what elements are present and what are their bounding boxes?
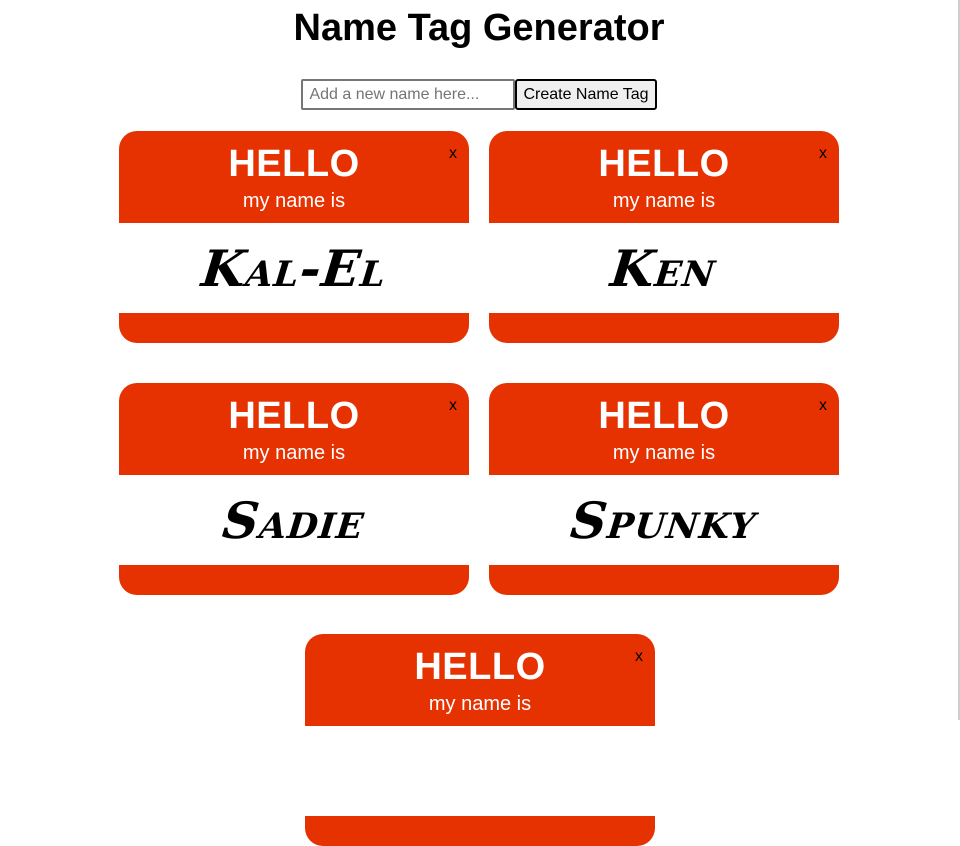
name-input[interactable] bbox=[301, 79, 516, 110]
tag-name: Ken bbox=[608, 238, 720, 298]
delete-tag-button[interactable]: x bbox=[819, 145, 827, 163]
tag-name-area: Kal-El bbox=[119, 223, 469, 313]
tag-header: HELLO my name is bbox=[489, 383, 839, 475]
tag-hello: HELLO bbox=[414, 646, 546, 688]
tag-hello: HELLO bbox=[598, 395, 730, 437]
delete-tag-button[interactable]: x bbox=[819, 397, 827, 415]
name-tag: HELLO my name is x bbox=[305, 634, 655, 846]
name-tag: HELLO my name is x Kal-El bbox=[119, 131, 469, 343]
name-tag: HELLO my name is x Spunky bbox=[489, 383, 839, 595]
tag-hello: HELLO bbox=[228, 395, 360, 437]
tag-subtitle: my name is bbox=[242, 442, 346, 464]
tag-hello: HELLO bbox=[228, 143, 360, 185]
tag-header: HELLO my name is bbox=[305, 634, 655, 726]
delete-tag-button[interactable]: x bbox=[635, 648, 643, 666]
tag-header: HELLO my name is bbox=[489, 131, 839, 223]
delete-tag-button[interactable]: x bbox=[449, 397, 457, 415]
tag-name: Kal-El bbox=[198, 238, 390, 298]
name-tag: HELLO my name is x Ken bbox=[489, 131, 839, 343]
tag-name: Spunky bbox=[568, 490, 760, 550]
tag-name-area: Ken bbox=[489, 223, 839, 313]
tag-name: Sadie bbox=[220, 490, 368, 550]
tag-subtitle: my name is bbox=[612, 442, 716, 464]
tag-subtitle: my name is bbox=[428, 693, 532, 715]
tag-name-area bbox=[305, 726, 655, 816]
page-title: Name Tag Generator bbox=[293, 7, 665, 49]
create-name-tag-button[interactable]: Create Name Tag bbox=[515, 79, 657, 110]
tag-header: HELLO my name is bbox=[119, 131, 469, 223]
tag-hello: HELLO bbox=[598, 143, 730, 185]
tag-subtitle: my name is bbox=[612, 190, 716, 212]
tag-subtitle: my name is bbox=[242, 190, 346, 212]
name-tag: HELLO my name is x Sadie bbox=[119, 383, 469, 595]
tag-name-area: Sadie bbox=[119, 475, 469, 565]
tag-name-area: Spunky bbox=[489, 475, 839, 565]
tag-header: HELLO my name is bbox=[119, 383, 469, 475]
name-tag-form: Create Name Tag bbox=[0, 79, 958, 110]
delete-tag-button[interactable]: x bbox=[449, 145, 457, 163]
